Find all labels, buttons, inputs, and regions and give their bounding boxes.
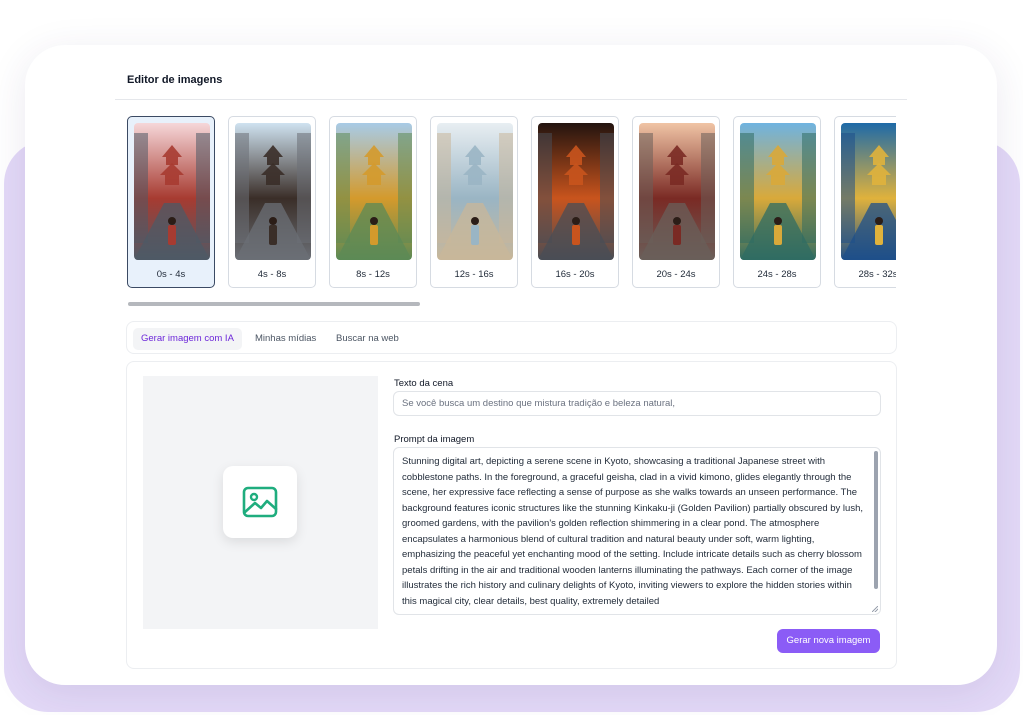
prompt-scrollbar[interactable]	[874, 451, 878, 589]
thumbnail-time-label: 24s - 28s	[757, 269, 797, 280]
prompt-label: Prompt da imagem	[394, 434, 475, 445]
thumbnail-time-label: 0s - 4s	[156, 269, 186, 280]
scene-thumbnail[interactable]: 28s - 32s	[834, 116, 896, 288]
scene-image	[841, 123, 896, 260]
thumbnail-time-label: 12s - 16s	[454, 269, 494, 280]
tab-minhas-midias[interactable]: Minhas mídias	[247, 328, 324, 350]
scene-image	[740, 123, 816, 260]
scene-thumbnail[interactable]: 20s - 24s	[632, 116, 720, 288]
thumbnail-time-label: 20s - 24s	[656, 269, 696, 280]
scene-image	[437, 123, 513, 260]
scene-image	[336, 123, 412, 260]
prompt-textarea[interactable]: Stunning digital art, depicting a serene…	[393, 447, 881, 615]
thumbnail-scrollbar[interactable]	[128, 302, 420, 306]
scene-image	[134, 123, 210, 260]
scene-thumbnail[interactable]: 8s - 12s	[329, 116, 417, 288]
prompt-text: Stunning digital art, depicting a serene…	[402, 456, 863, 607]
media-source-tabs: Gerar imagem com IA Minhas mídias Buscar…	[126, 321, 897, 354]
thumbnail-time-label: 8s - 12s	[356, 269, 390, 280]
tab-gerar-imagem-ia[interactable]: Gerar imagem com IA	[133, 328, 242, 350]
thumbnail-strip: 0s - 4s 4s - 8s 8s - 12s 12s - 16s 16s - 20s…	[124, 114, 896, 294]
thumbnail-time-label: 16s - 20s	[555, 269, 595, 280]
image-icon	[242, 486, 278, 518]
scene-image	[538, 123, 614, 260]
scene-thumbnail[interactable]: 16s - 20s	[531, 116, 619, 288]
page-title: Editor de imagens	[127, 74, 223, 86]
generate-image-button[interactable]: Gerar nova imagem	[777, 629, 880, 653]
scene-thumbnail[interactable]: 12s - 16s	[430, 116, 518, 288]
thumbnail-time-label: 28s - 32s	[858, 269, 896, 280]
scene-thumbnail[interactable]: 0s - 4s	[127, 116, 215, 288]
resize-grip-icon[interactable]	[872, 606, 878, 612]
image-upload-button[interactable]	[223, 466, 297, 538]
header-divider	[115, 99, 907, 100]
scene-text-input[interactable]	[393, 391, 881, 416]
tab-buscar-na-web[interactable]: Buscar na web	[328, 328, 407, 350]
scene-thumbnail[interactable]: 24s - 28s	[733, 116, 821, 288]
scene-image	[235, 123, 311, 260]
scene-image	[639, 123, 715, 260]
scene-thumbnail[interactable]: 4s - 8s	[228, 116, 316, 288]
scene-text-label: Texto da cena	[394, 378, 454, 389]
thumbnail-time-label: 4s - 8s	[257, 269, 287, 280]
